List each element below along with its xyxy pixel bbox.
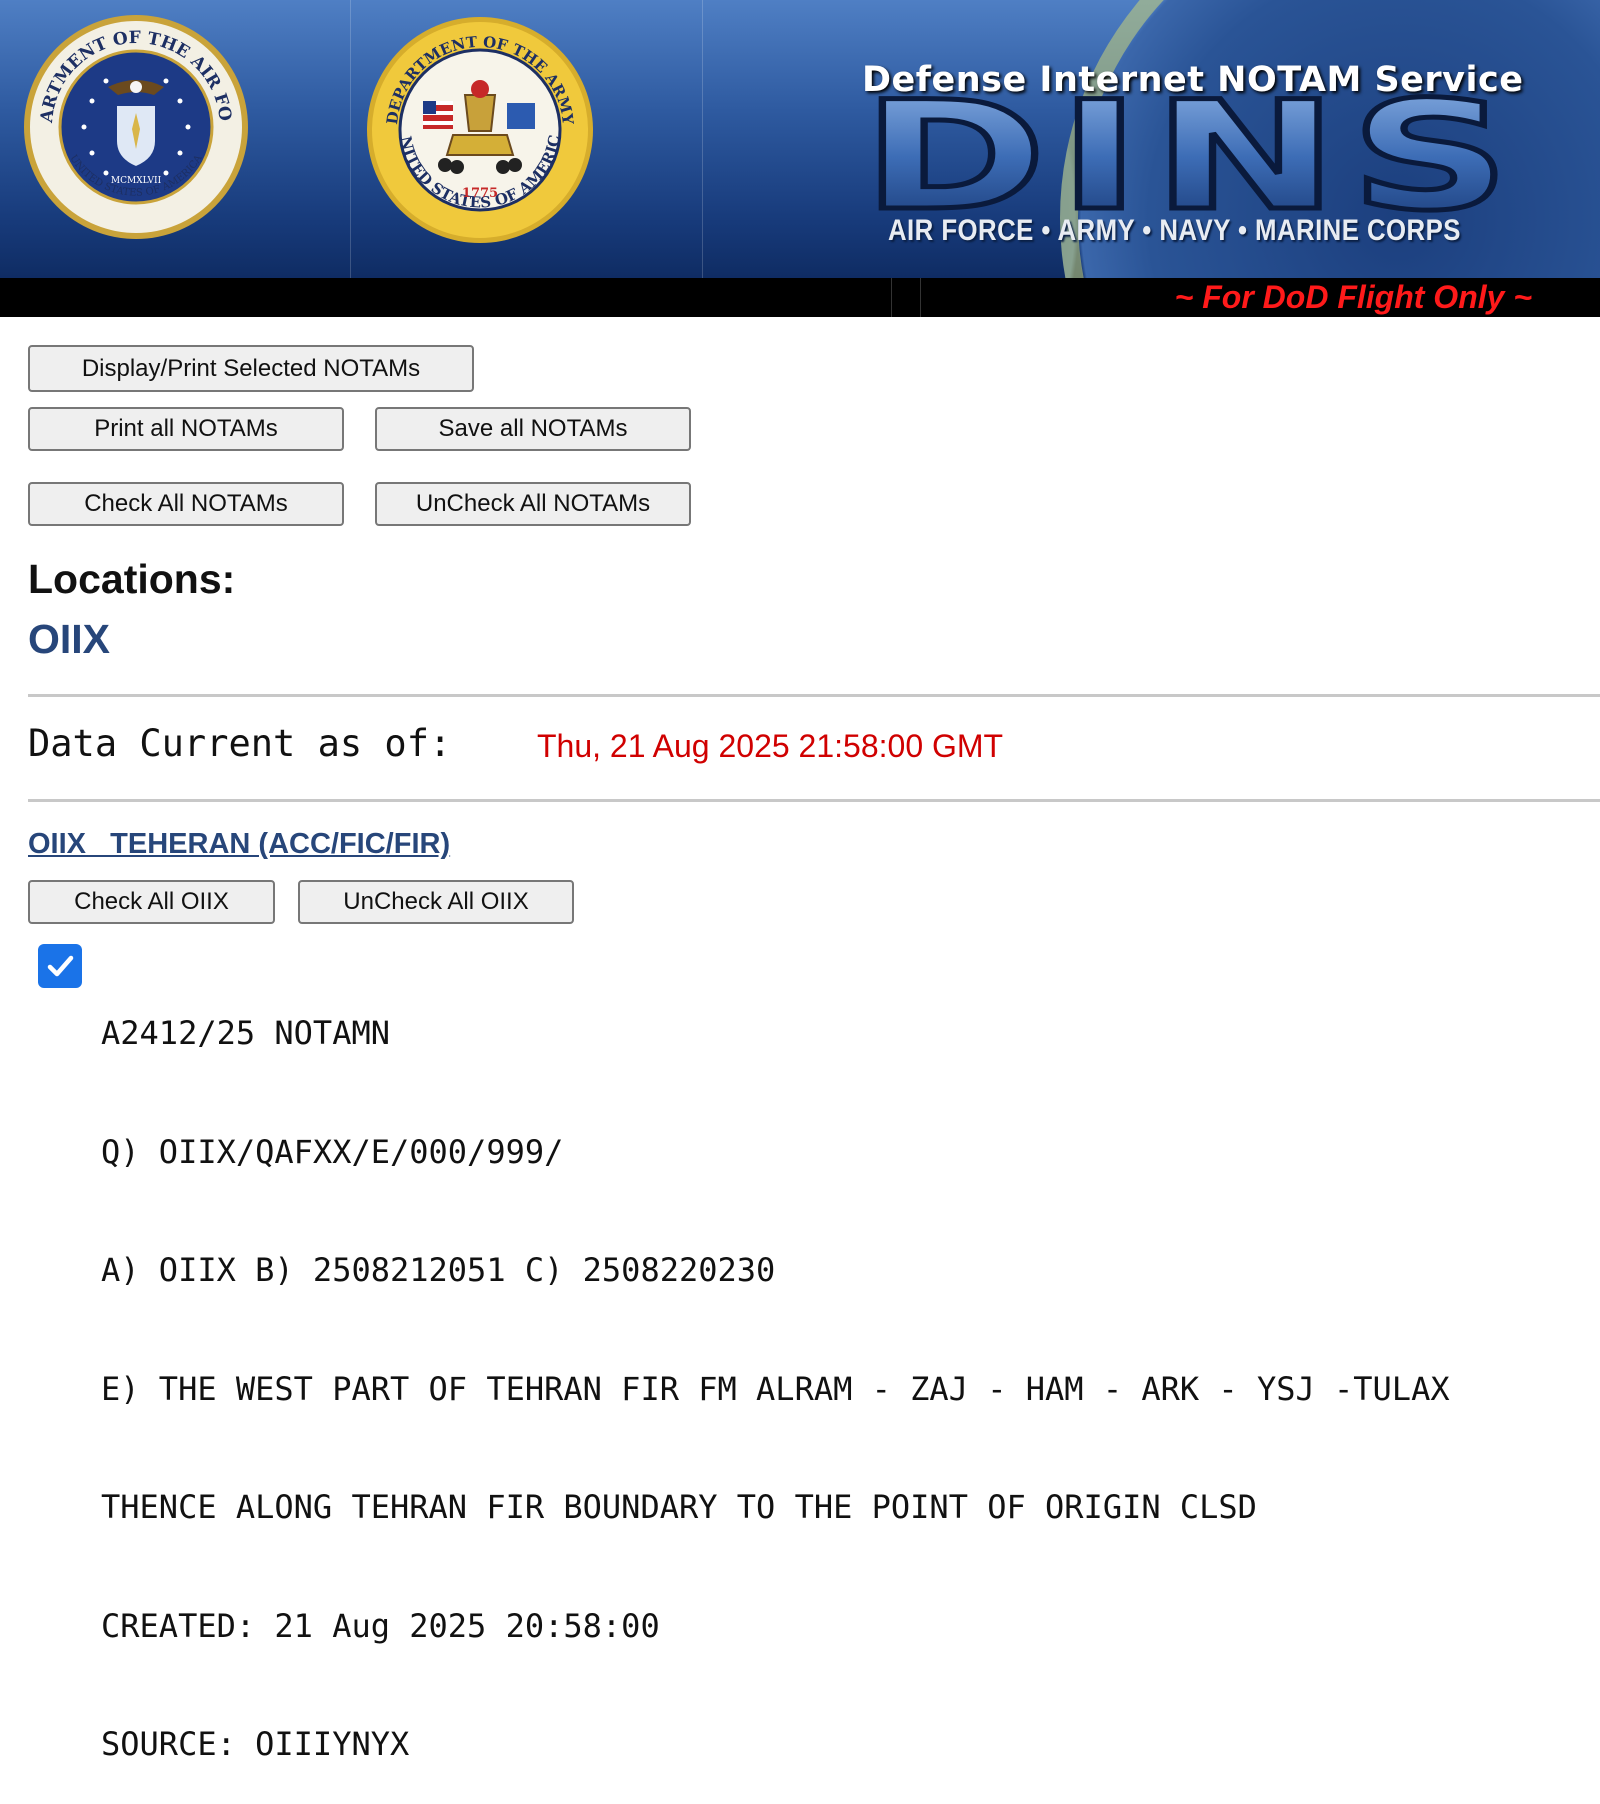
notam-text: A2412/25 NOTAMN Q) OIIX/QAFXX/E/000/999/…: [101, 935, 1450, 1804]
data-current-timestamp: Thu, 21 Aug 2025 21:58:00 GMT: [537, 728, 1004, 764]
notam-checkbox[interactable]: [38, 944, 82, 988]
banner-divider: [702, 0, 703, 278]
check-all-location-button[interactable]: Check All OIIX: [28, 880, 275, 924]
location-code: OIIX: [28, 616, 111, 662]
army-seal-icon: DEPARTMENT OF THE ARMY UNITED STATES OF …: [365, 15, 593, 243]
bar-divider: [920, 278, 921, 317]
dod-only-notice: ~ For DoD Flight Only ~: [1174, 279, 1532, 315]
header-banner: DEPARTMENT OF THE AIR FORCE UNITED STATE…: [0, 0, 1600, 278]
banner-divider: [350, 0, 351, 278]
locations-heading: Locations:: [28, 556, 236, 602]
svg-text:DINS: DINS: [862, 82, 1522, 232]
save-all-button[interactable]: Save all NOTAMs: [375, 407, 691, 451]
notam-line: SOURCE: OIIIYNYX: [101, 1725, 410, 1763]
service-branches: AIR FORCE • ARMY • NAVY • MARINE CORPS: [888, 214, 1461, 247]
notam-line: E) THE WEST PART OF TEHRAN FIR FM ALRAM …: [101, 1369, 1450, 1408]
restriction-bar: ~ For DoD Flight Only ~: [0, 278, 1600, 317]
uncheck-all-button[interactable]: UnCheck All NOTAMs: [375, 482, 691, 526]
svg-text:MCMXLVII: MCMXLVII: [111, 176, 162, 186]
data-current-label: Data Current as of:: [28, 722, 452, 765]
notam-line: Q) OIIX/QAFXX/E/000/999/: [101, 1132, 564, 1171]
uncheck-all-location-button[interactable]: UnCheck All OIIX: [298, 880, 574, 924]
notam-line: CREATED: 21 Aug 2025 20:58:00: [101, 1606, 660, 1645]
svg-text:1775: 1775: [462, 186, 498, 201]
notam-line: A) OIIX B) 2508212051 C) 2508220230: [101, 1251, 776, 1289]
check-all-button[interactable]: Check All NOTAMs: [28, 482, 344, 526]
location-section-link[interactable]: OIIX TEHERAN (ACC/FIC/FIR): [28, 828, 450, 861]
notam-line: THENCE ALONG TEHRAN FIR BOUNDARY TO THE …: [101, 1488, 1257, 1526]
print-all-button[interactable]: Print all NOTAMs: [28, 407, 344, 451]
dins-logo: DINS: [860, 82, 1522, 232]
air-force-seal-icon: DEPARTMENT OF THE AIR FORCE UNITED STATE…: [22, 13, 248, 239]
notam-line: A2412/25 NOTAMN: [101, 1014, 390, 1052]
divider: [28, 799, 1600, 802]
bar-divider: [891, 278, 892, 317]
checkmark-icon: [47, 955, 74, 977]
display-print-selected-button[interactable]: Display/Print Selected NOTAMs: [28, 345, 474, 392]
divider: [28, 694, 1600, 697]
